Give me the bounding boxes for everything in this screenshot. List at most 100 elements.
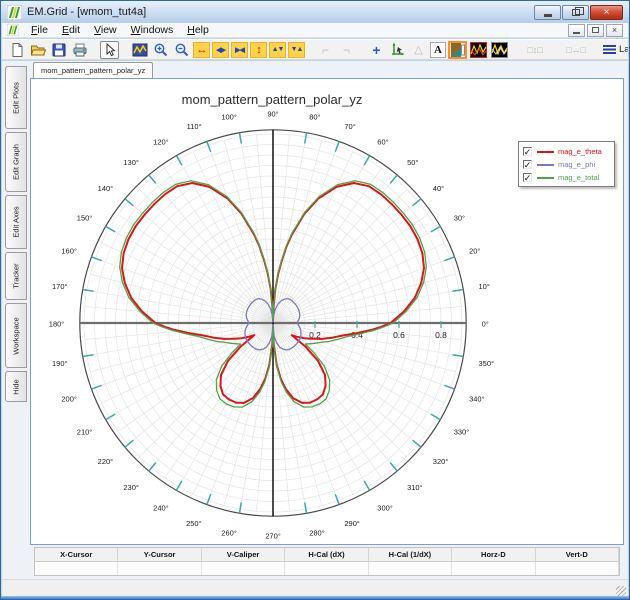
readout-value <box>368 562 453 575</box>
zoom-box-tool-button[interactable] <box>130 41 149 59</box>
save-button[interactable] <box>49 41 68 59</box>
layout-icon <box>603 45 616 54</box>
plot-panel[interactable]: mom_pattern_pattern_polar_yz 0.2 0.4 0.6 0.… <box>30 78 624 545</box>
dark-plot-2-button[interactable] <box>490 41 509 59</box>
svg-text:300°: 300° <box>377 504 393 513</box>
svg-text:230°: 230° <box>123 483 139 492</box>
menu-file[interactable]: File <box>24 23 55 37</box>
legend-checkbox[interactable]: ✓ <box>523 160 532 169</box>
tab-mom-pattern-polar-yz[interactable]: mom_pattern_pattern_polar_yz <box>33 62 153 78</box>
legend-item: ✓ mag_e_theta <box>523 145 610 158</box>
corner-tool-1-button[interactable]: ⌐ <box>316 41 335 59</box>
readout-value <box>285 562 369 575</box>
svg-text:10°: 10° <box>479 282 490 291</box>
legend-label: mag_e_phi <box>558 160 596 169</box>
zoom-in-button[interactable] <box>151 41 170 59</box>
svg-text:180°: 180° <box>49 320 65 329</box>
new-document-button[interactable] <box>7 41 26 59</box>
readout-header-h-cal-1dx: H-Cal (1/dX) <box>368 548 453 562</box>
readout-header-h-cal-dx: H-Cal (dX) <box>285 548 369 562</box>
svg-text:210°: 210° <box>77 427 93 436</box>
sidebar-item-edit-graph[interactable]: Edit Graph <box>5 132 27 192</box>
text-tool-button[interactable]: A <box>430 41 446 58</box>
layout-button[interactable]: Layout <box>603 44 628 55</box>
readout-table: X-Cursor Y-Cursor V-Caliper H-Cal (dX) H… <box>34 547 620 576</box>
dark-plot-1-button[interactable] <box>469 41 488 59</box>
svg-text:190°: 190° <box>52 359 68 368</box>
legend-line-sample <box>537 176 554 179</box>
legend-item: ✓ mag_e_phi <box>523 158 610 171</box>
tab-bar: mom_pattern_pattern_polar_yz <box>30 61 624 78</box>
readout-value <box>535 562 619 575</box>
resize-grip[interactable] <box>616 586 626 596</box>
title-bar[interactable]: EM.Grid - [wmom_tut4a] × <box>1 1 629 23</box>
sidebar-item-workspace[interactable]: Workspace <box>5 303 27 368</box>
expand-y-alt-button[interactable]: ▲▼ <box>269 41 286 58</box>
child-restore-button[interactable] <box>587 23 604 37</box>
expand-x-alt-button[interactable]: ◀▶ <box>212 41 229 58</box>
expand-y-button[interactable]: ↕ <box>250 41 267 58</box>
h-distribute-button[interactable]: □↔□ <box>561 41 591 59</box>
svg-text:150°: 150° <box>77 214 93 223</box>
corner-tool-2-button[interactable]: ¬ <box>337 41 356 59</box>
menu-view[interactable]: View <box>87 23 124 37</box>
close-button[interactable]: × <box>590 4 623 20</box>
svg-text:130°: 130° <box>123 158 139 167</box>
readout-header-y-cursor: Y-Cursor <box>118 548 202 562</box>
svg-text:20°: 20° <box>469 247 480 256</box>
menu-windows[interactable]: Windows <box>124 23 181 37</box>
menu-help[interactable]: Help <box>180 23 216 37</box>
svg-text:0.6: 0.6 <box>393 330 405 340</box>
axes-tool-button[interactable] <box>388 41 407 59</box>
restore-button[interactable] <box>562 4 589 20</box>
open-button[interactable] <box>28 41 47 59</box>
legend-checkbox[interactable]: ✓ <box>523 147 532 156</box>
legend-label: mag_e_total <box>558 173 600 182</box>
sidebar: Edit Plots Edit Graph Edit Axes Tracker … <box>5 63 29 558</box>
svg-text:220°: 220° <box>98 457 114 466</box>
pointer-tool-button[interactable] <box>100 40 119 59</box>
svg-text:140°: 140° <box>98 184 114 193</box>
sidebar-item-tracker[interactable]: Tracker <box>5 252 27 300</box>
legend-checkbox[interactable]: ✓ <box>523 173 532 182</box>
svg-text:50°: 50° <box>407 158 418 167</box>
svg-text:60°: 60° <box>377 137 388 146</box>
child-close-button[interactable]: × <box>606 23 623 37</box>
svg-text:0.8: 0.8 <box>435 330 447 340</box>
svg-text:70°: 70° <box>344 122 355 131</box>
svg-text:120°: 120° <box>153 137 169 146</box>
v-distribute-button[interactable]: □↕□ <box>520 41 550 59</box>
svg-text:110°: 110° <box>187 122 202 131</box>
svg-text:160°: 160° <box>61 247 77 256</box>
sidebar-item-edit-axes[interactable]: Edit Axes <box>5 195 27 249</box>
zoom-out-button[interactable] <box>172 41 191 59</box>
sidebar-item-edit-plots[interactable]: Edit Plots <box>5 66 27 129</box>
child-system-menu-icon[interactable] <box>7 24 19 36</box>
svg-text:350°: 350° <box>479 359 495 368</box>
legend-line-sample <box>537 163 554 166</box>
sidebar-item-hide[interactable]: Hide <box>5 371 27 402</box>
svg-text:30°: 30° <box>454 214 465 223</box>
print-button[interactable] <box>70 41 89 59</box>
svg-text:280°: 280° <box>309 529 325 538</box>
minimize-button[interactable] <box>534 4 561 20</box>
svg-text:240°: 240° <box>153 504 169 513</box>
expand-x-button[interactable]: ↔ <box>193 41 210 58</box>
menu-edit[interactable]: Edit <box>55 23 87 37</box>
readout-header-x-cursor: X-Cursor <box>35 548 119 562</box>
crosshair-tool-button[interactable]: + <box>367 41 386 59</box>
app-icon <box>7 4 22 20</box>
svg-text:310°: 310° <box>407 483 423 492</box>
svg-text:80°: 80° <box>309 113 320 122</box>
menu-bar: File Edit View Windows Help × <box>2 23 628 38</box>
svg-text:330°: 330° <box>454 427 470 436</box>
child-minimize-button[interactable] <box>568 23 585 37</box>
readout-header-vert-d: Vert-D <box>535 548 619 562</box>
svg-text:0°: 0° <box>482 320 489 329</box>
compress-y-button[interactable]: ▼▲ <box>288 41 305 58</box>
triangle-tool-button[interactable]: △ <box>409 41 428 59</box>
client-area: Edit Plots Edit Graph Edit Axes Tracker … <box>2 61 628 598</box>
compress-x-button[interactable]: ▶◀ <box>231 41 248 58</box>
colormap-tool-button[interactable] <box>448 40 467 59</box>
readout-value <box>452 562 536 575</box>
